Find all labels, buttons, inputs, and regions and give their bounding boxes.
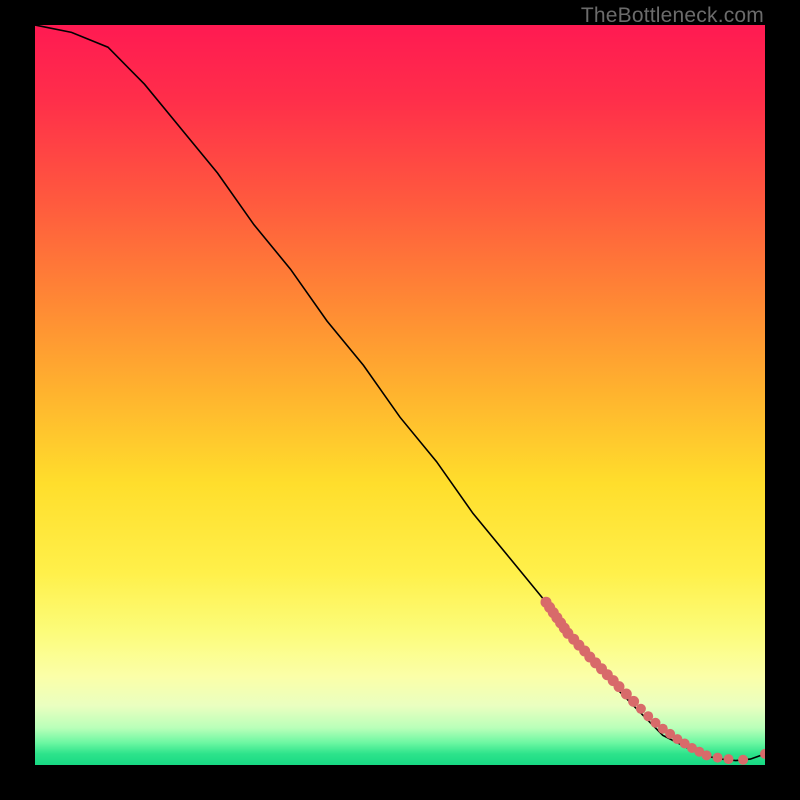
bottleneck-curve: [35, 25, 765, 761]
watermark-text: TheBottleneck.com: [581, 4, 764, 28]
chart-svg: [35, 25, 765, 765]
chart-frame: TheBottleneck.com: [0, 0, 800, 800]
marker-dot: [713, 753, 723, 763]
marker-dot: [702, 750, 712, 760]
marker-group: [541, 597, 766, 765]
marker-dot: [760, 749, 765, 759]
plot-area: [35, 25, 765, 765]
marker-dot: [724, 754, 734, 764]
marker-dot: [636, 704, 646, 714]
marker-dot: [738, 755, 748, 765]
